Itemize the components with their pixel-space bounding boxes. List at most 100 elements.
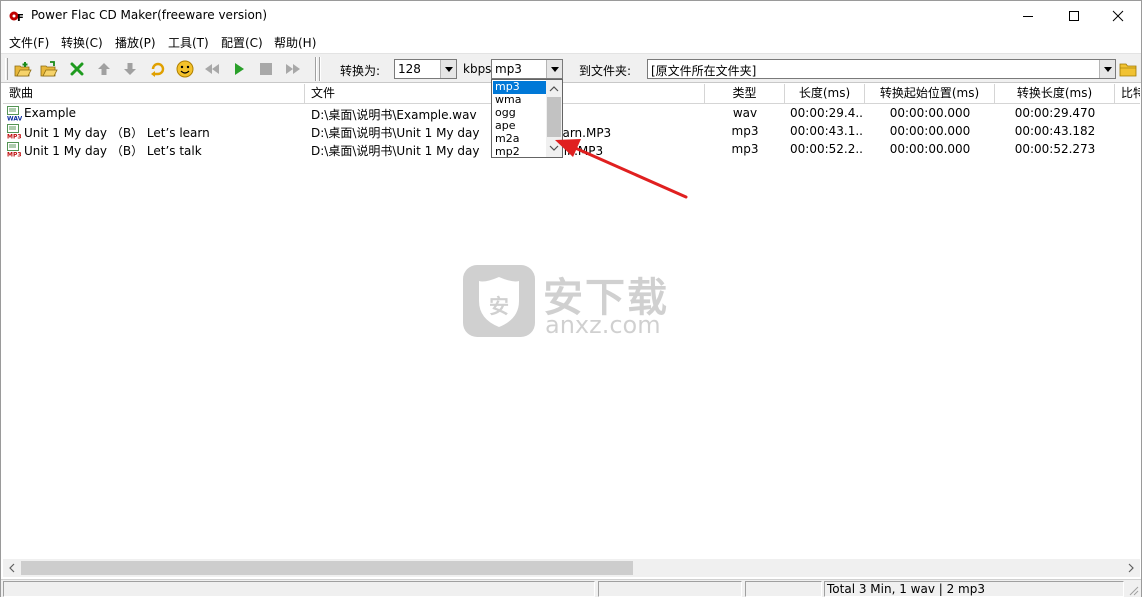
svg-text:MP3: MP3	[7, 134, 22, 140]
watermark: 安 安下载 anxz.com	[463, 257, 683, 341]
fast-forward-icon	[286, 64, 300, 74]
mp3-file-icon: MP3	[7, 124, 22, 139]
status-panel	[3, 581, 595, 597]
bitrate-select[interactable]: 128	[394, 59, 457, 79]
column-header-song[interactable]: 歌曲	[3, 84, 305, 103]
row-length: 00:00:43.1...	[790, 124, 864, 138]
column-header-type[interactable]: 类型	[705, 84, 785, 103]
menu-play[interactable]: 播放(P)	[115, 34, 156, 51]
status-panel	[745, 581, 822, 597]
close-icon	[1112, 10, 1124, 22]
table-row[interactable]: WAV Example D:\桌面\说明书\Example.wav wav 00…	[3, 105, 1140, 123]
fast-forward-button[interactable]	[283, 59, 303, 79]
column-header-conv-length[interactable]: 转换长度(ms)	[995, 84, 1115, 103]
rewind-button[interactable]	[202, 59, 222, 79]
format-option[interactable]: mp2	[493, 146, 546, 159]
maximize-button[interactable]	[1051, 1, 1097, 31]
kbps-label: kbps	[463, 62, 492, 76]
arrow-down-icon	[124, 63, 136, 75]
delete-button[interactable]	[67, 59, 87, 79]
menu-config[interactable]: 配置(C)	[221, 34, 263, 51]
mp3-file-icon: MP3	[7, 142, 22, 157]
file-list-header: 歌曲 文件 类型 长度(ms) 转换起始位置(ms) 转换长度(ms) 比特	[3, 84, 1140, 104]
menu-convert[interactable]: 转换(C)	[61, 34, 103, 51]
output-folder-value: [原文件所在文件夹]	[651, 64, 757, 78]
rewind-icon	[205, 64, 219, 74]
row-start: 00:00:00.000	[889, 142, 971, 156]
chevron-left-icon[interactable]	[4, 559, 20, 577]
column-header-bitrate[interactable]: 比特	[1115, 84, 1140, 103]
watermark-url: anxz.com	[545, 311, 661, 339]
toolbar-separator	[315, 57, 317, 81]
column-header-start[interactable]: 转换起始位置(ms)	[865, 84, 995, 103]
cd-smiley-icon	[176, 60, 194, 78]
menu-tools[interactable]: 工具(T)	[168, 34, 209, 51]
app-window: F Power Flac CD Maker(freeware version) …	[0, 0, 1142, 597]
maximize-icon	[1069, 11, 1079, 21]
delete-x-icon	[70, 62, 84, 76]
row-length: 00:00:29.4...	[790, 106, 864, 120]
add-files-button[interactable]	[13, 59, 33, 79]
play-icon	[235, 63, 244, 75]
to-folder-label: 到文件夹:	[579, 64, 632, 78]
wav-file-icon: WAV	[7, 106, 22, 121]
move-up-button[interactable]	[94, 59, 114, 79]
svg-text:F: F	[17, 13, 24, 23]
add-files-icon	[14, 62, 32, 77]
row-start: 00:00:00.000	[889, 124, 971, 138]
play-button[interactable]	[229, 59, 249, 79]
add-folder-button[interactable]	[39, 59, 59, 79]
row-type: wav	[732, 106, 758, 120]
browse-folder-button[interactable]	[1117, 59, 1139, 79]
horizontal-scroll-thumb[interactable]	[21, 561, 633, 575]
annotation-arrow-icon	[555, 139, 688, 199]
output-folder-select[interactable]: [原文件所在文件夹]	[647, 59, 1116, 79]
toolbar-separator	[319, 57, 321, 81]
svg-text:安: 安	[489, 294, 509, 318]
row-conv-length: 00:00:29.470	[1014, 106, 1096, 120]
chevron-down-icon[interactable]	[546, 60, 562, 78]
app-logo-icon: F	[9, 11, 24, 23]
resize-grip-icon[interactable]	[1127, 584, 1139, 596]
close-button[interactable]	[1095, 1, 1141, 31]
move-down-button[interactable]	[120, 59, 140, 79]
svg-text:MP3: MP3	[7, 152, 22, 158]
minimize-icon	[1023, 16, 1033, 17]
arrow-up-icon	[98, 63, 110, 75]
chevron-up-icon[interactable]	[546, 82, 562, 96]
format-select[interactable]: mp3	[491, 59, 563, 79]
menu-bar: 文件(F) 转换(C) 播放(P) 工具(T) 配置(C) 帮助(H)	[1, 31, 1141, 52]
svg-text:WAV: WAV	[7, 116, 22, 122]
format-value: mp3	[495, 62, 522, 76]
row-type: mp3	[731, 142, 759, 156]
column-header-length[interactable]: 长度(ms)	[785, 84, 865, 103]
chevron-down-icon[interactable]	[440, 60, 456, 78]
status-bar: Total 3 Min, 1 wav | 2 mp3	[1, 579, 1141, 597]
toolbar-grip[interactable]	[5, 58, 8, 80]
stop-button[interactable]	[256, 59, 276, 79]
minimize-button[interactable]	[1005, 1, 1051, 31]
bitrate-value: 128	[398, 62, 421, 76]
convert-to-label: 转换为:	[340, 64, 381, 78]
row-conv-length: 00:00:43.182	[1014, 124, 1096, 138]
row-song: Example	[24, 106, 77, 120]
menu-file[interactable]: 文件(F)	[9, 34, 49, 51]
chevron-down-icon[interactable]	[1099, 60, 1115, 78]
horizontal-scrollbar[interactable]	[3, 559, 1140, 577]
chevron-right-icon[interactable]	[1123, 559, 1139, 577]
add-folder-icon	[40, 61, 58, 77]
status-summary: Total 3 Min, 1 wav | 2 mp3	[824, 581, 1124, 597]
row-song: Unit 1 My day （B） Let’s talk	[24, 144, 202, 158]
stop-icon	[260, 63, 272, 75]
toolbar: 转换为: 128 kbps mp3 到文件夹: [原文件所在文件夹]	[1, 53, 1141, 83]
row-song: Unit 1 My day （B） Let’s learn	[24, 126, 210, 140]
row-conv-length: 00:00:52.273	[1014, 142, 1096, 156]
folder-icon	[1119, 63, 1137, 76]
window-title: Power Flac CD Maker(freeware version)	[31, 8, 268, 22]
cd-rip-button[interactable]	[175, 59, 195, 79]
menu-help[interactable]: 帮助(H)	[274, 34, 316, 51]
status-panel	[598, 581, 742, 597]
convert-loop-icon	[151, 62, 165, 77]
row-type: mp3	[731, 124, 759, 138]
convert-button[interactable]	[148, 59, 168, 79]
